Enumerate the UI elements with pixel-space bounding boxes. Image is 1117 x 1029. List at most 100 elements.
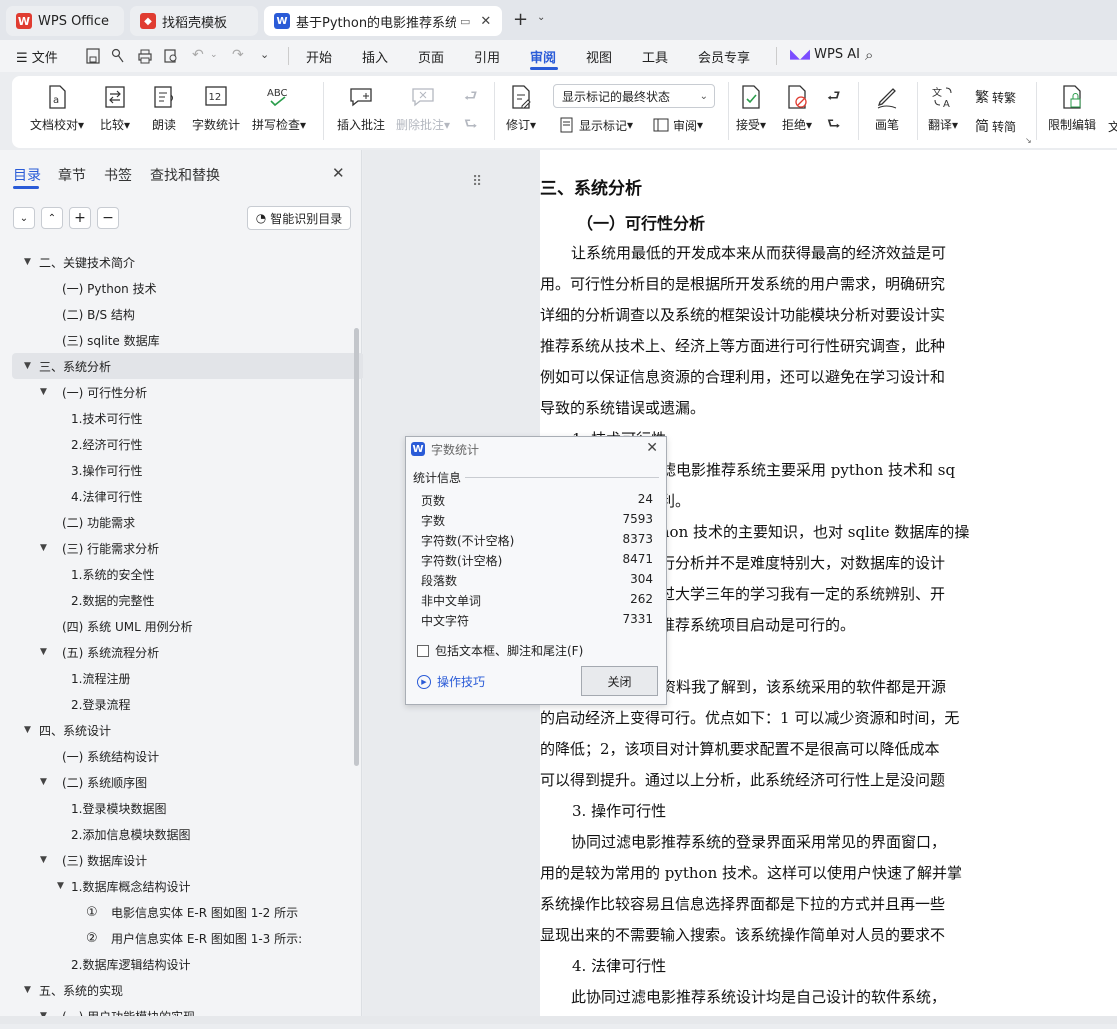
toc-item[interactable]: ▼ (三) 数据库设计 <box>12 847 364 873</box>
menu-start[interactable]: 开始 <box>306 47 332 66</box>
toc-item[interactable]: ▼ 1.数据库概念结构设计 <box>12 873 364 899</box>
expand-caret-icon[interactable]: ▼ <box>40 855 47 865</box>
tab-find-replace[interactable]: 查找和替换 <box>150 165 220 185</box>
remove-heading-button[interactable]: − <box>97 207 119 229</box>
toc-item[interactable]: ▼ (一) 可行性分析 <box>12 379 364 405</box>
tab-wps-office[interactable]: W WPS Office <box>6 6 124 36</box>
checkbox-box[interactable] <box>417 644 429 657</box>
expand-up-button[interactable]: ⌃ <box>41 207 63 229</box>
reject-button[interactable]: 拒绝▾ <box>782 84 812 133</box>
to-traditional-button[interactable]: 繁转繁 <box>975 87 1016 107</box>
expand-caret-icon[interactable]: ▼ <box>24 361 31 371</box>
menu-member[interactable]: 会员专享 <box>698 47 750 66</box>
toc-item[interactable]: ▼ 二、关键技术简介 <box>12 249 364 275</box>
toc-item[interactable]: 1.登录模块数据图 <box>12 795 364 821</box>
toc-item[interactable]: (三) sqlite 数据库 <box>12 327 364 353</box>
toc-item[interactable]: 1.技术可行性 <box>12 405 364 431</box>
expand-caret-icon[interactable]: ▼ <box>40 387 47 397</box>
toc-item[interactable]: (二) B/S 结构 <box>12 301 364 327</box>
screen-icon[interactable]: ▭ <box>460 15 470 28</box>
redo-icon[interactable]: ↷ <box>232 47 244 63</box>
doc-check-button[interactable]: a 文档校对▾ <box>30 84 84 133</box>
toc-item[interactable]: ▼ 三、系统分析 <box>12 353 364 379</box>
restrict-edit-button[interactable]: 限制编辑 <box>1048 84 1096 133</box>
toc-item[interactable]: (二) 功能需求 <box>12 509 364 535</box>
close-dialog-icon[interactable]: ✕ <box>646 440 658 456</box>
expand-caret-icon[interactable]: ▼ <box>40 777 47 787</box>
toc-item[interactable]: ② 用户信息实体 E-R 图如图 1-3 所示: <box>12 925 364 951</box>
revise-button[interactable]: 修订▾ <box>506 84 536 133</box>
toc-item[interactable]: ▼ (二) 系统顺序图 <box>12 769 364 795</box>
toc-item[interactable]: 2.经济可行性 <box>12 431 364 457</box>
tab-chapters[interactable]: 章节 <box>58 165 86 185</box>
file-menu[interactable]: ☰ 文件 <box>16 47 58 66</box>
search-icon[interactable]: ⌕ <box>865 46 873 64</box>
expand-caret-icon[interactable]: ▼ <box>24 257 31 267</box>
spell-check-button[interactable]: ABC 拼写检查▾ <box>252 84 306 133</box>
collapse-all-button[interactable]: ⌄ <box>13 207 35 229</box>
next-revision-icon[interactable]: ⮑ <box>827 114 841 139</box>
undo-dropdown-icon[interactable]: ⌄ <box>210 50 218 60</box>
word-count-button[interactable]: 12 字数统计 <box>192 84 240 133</box>
next-comment-icon[interactable]: ⮑ <box>464 114 478 139</box>
pen-button[interactable]: 画笔 <box>874 84 900 133</box>
toc-scrollbar[interactable] <box>354 328 359 766</box>
toc-item[interactable]: ▼ 四、系统设计 <box>12 717 364 743</box>
menu-review[interactable]: 审阅 <box>530 47 556 66</box>
read-aloud-button[interactable]: 朗读 <box>151 84 177 133</box>
drag-handle-icon[interactable]: ⠿ <box>472 174 482 190</box>
expand-caret-icon[interactable]: ▼ <box>40 543 47 553</box>
menu-page[interactable]: 页面 <box>418 47 444 66</box>
more-chevron-icon[interactable]: ⌄ <box>260 48 269 61</box>
close-tab-icon[interactable]: ✕ <box>480 14 491 29</box>
print-preview-icon[interactable] <box>163 48 179 64</box>
expand-caret-icon[interactable]: ▼ <box>24 725 31 735</box>
expand-caret-icon[interactable]: ▼ <box>40 647 47 657</box>
tab-template[interactable]: ◆ 找稻壳模板 <box>130 6 258 36</box>
markup-state-select[interactable]: 显示标记的最终状态 ⌄ <box>553 84 715 108</box>
close-pane-icon[interactable]: ✕ <box>332 164 345 182</box>
previous-revision-icon[interactable]: ⮐ <box>827 86 841 111</box>
smart-toc-button[interactable]: ◔ 智能识别目录 <box>247 206 351 230</box>
accept-button[interactable]: 接受▾ <box>736 84 766 133</box>
toc-item[interactable]: ▼ 五、系统的实现 <box>12 977 364 1003</box>
toc-item[interactable]: 4.法律可行性 <box>12 483 364 509</box>
review-pane-button[interactable]: 审阅 ▾ <box>652 116 703 134</box>
include-textbox-checkbox[interactable]: 包括文本框、脚注和尾注(F) <box>417 642 583 659</box>
tab-list-chevron-icon[interactable]: ⌄ <box>537 12 545 23</box>
toc-item[interactable]: 2.数据库逻辑结构设计 <box>12 951 364 977</box>
add-heading-button[interactable]: + <box>69 207 91 229</box>
save-icon[interactable] <box>86 48 100 64</box>
text-tool-button[interactable]: 文 <box>1108 118 1117 135</box>
toc-item[interactable]: 2.数据的完整性 <box>12 587 364 613</box>
show-markup-button[interactable]: 显示标记 ▾ <box>558 116 633 134</box>
tips-link[interactable]: ▶ 操作技巧 <box>417 673 485 690</box>
toc-item[interactable]: 2.登录流程 <box>12 691 364 717</box>
toc-item[interactable]: (一) Python 技术 <box>12 275 364 301</box>
tab-toc[interactable]: 目录 <box>13 165 41 185</box>
expand-caret-icon[interactable]: ▼ <box>57 881 64 891</box>
tab-bookmarks[interactable]: 书签 <box>104 165 132 185</box>
tab-document[interactable]: W 基于Python的电影推荐系统的 ▭ ✕ <box>264 6 502 36</box>
insert-comment-button[interactable]: 插入批注 <box>337 84 385 133</box>
menu-view[interactable]: 视图 <box>586 47 612 66</box>
toc-item[interactable]: (四) 系统 UML 用例分析 <box>12 613 364 639</box>
toc-item[interactable]: (一) 系统结构设计 <box>12 743 364 769</box>
toc-item[interactable]: 1.系统的安全性 <box>12 561 364 587</box>
to-simplified-button[interactable]: 简转简 <box>975 116 1016 136</box>
dialog-titlebar[interactable]: W 字数统计 ✕ <box>406 437 666 461</box>
toc-item[interactable]: 3.操作可行性 <box>12 457 364 483</box>
menu-insert[interactable]: 插入 <box>362 47 388 66</box>
undo-icon[interactable]: ↶ <box>192 47 204 63</box>
previous-comment-icon[interactable]: ⮐ <box>464 86 478 111</box>
toc-item[interactable]: ① 电影信息实体 E-R 图如图 1-2 所示 <box>12 899 364 925</box>
new-tab-plus-icon[interactable]: + <box>513 9 528 30</box>
expand-caret-icon[interactable]: ▼ <box>24 985 31 995</box>
toc-item[interactable]: 1.流程注册 <box>12 665 364 691</box>
close-button[interactable]: 关闭 <box>581 666 658 696</box>
translate-button[interactable]: 文A 翻译▾ <box>928 84 958 133</box>
menu-reference[interactable]: 引用 <box>474 47 500 66</box>
compare-button[interactable]: 比较▾ <box>100 84 130 133</box>
menu-tools[interactable]: 工具 <box>642 47 668 66</box>
print-icon[interactable] <box>137 48 153 64</box>
